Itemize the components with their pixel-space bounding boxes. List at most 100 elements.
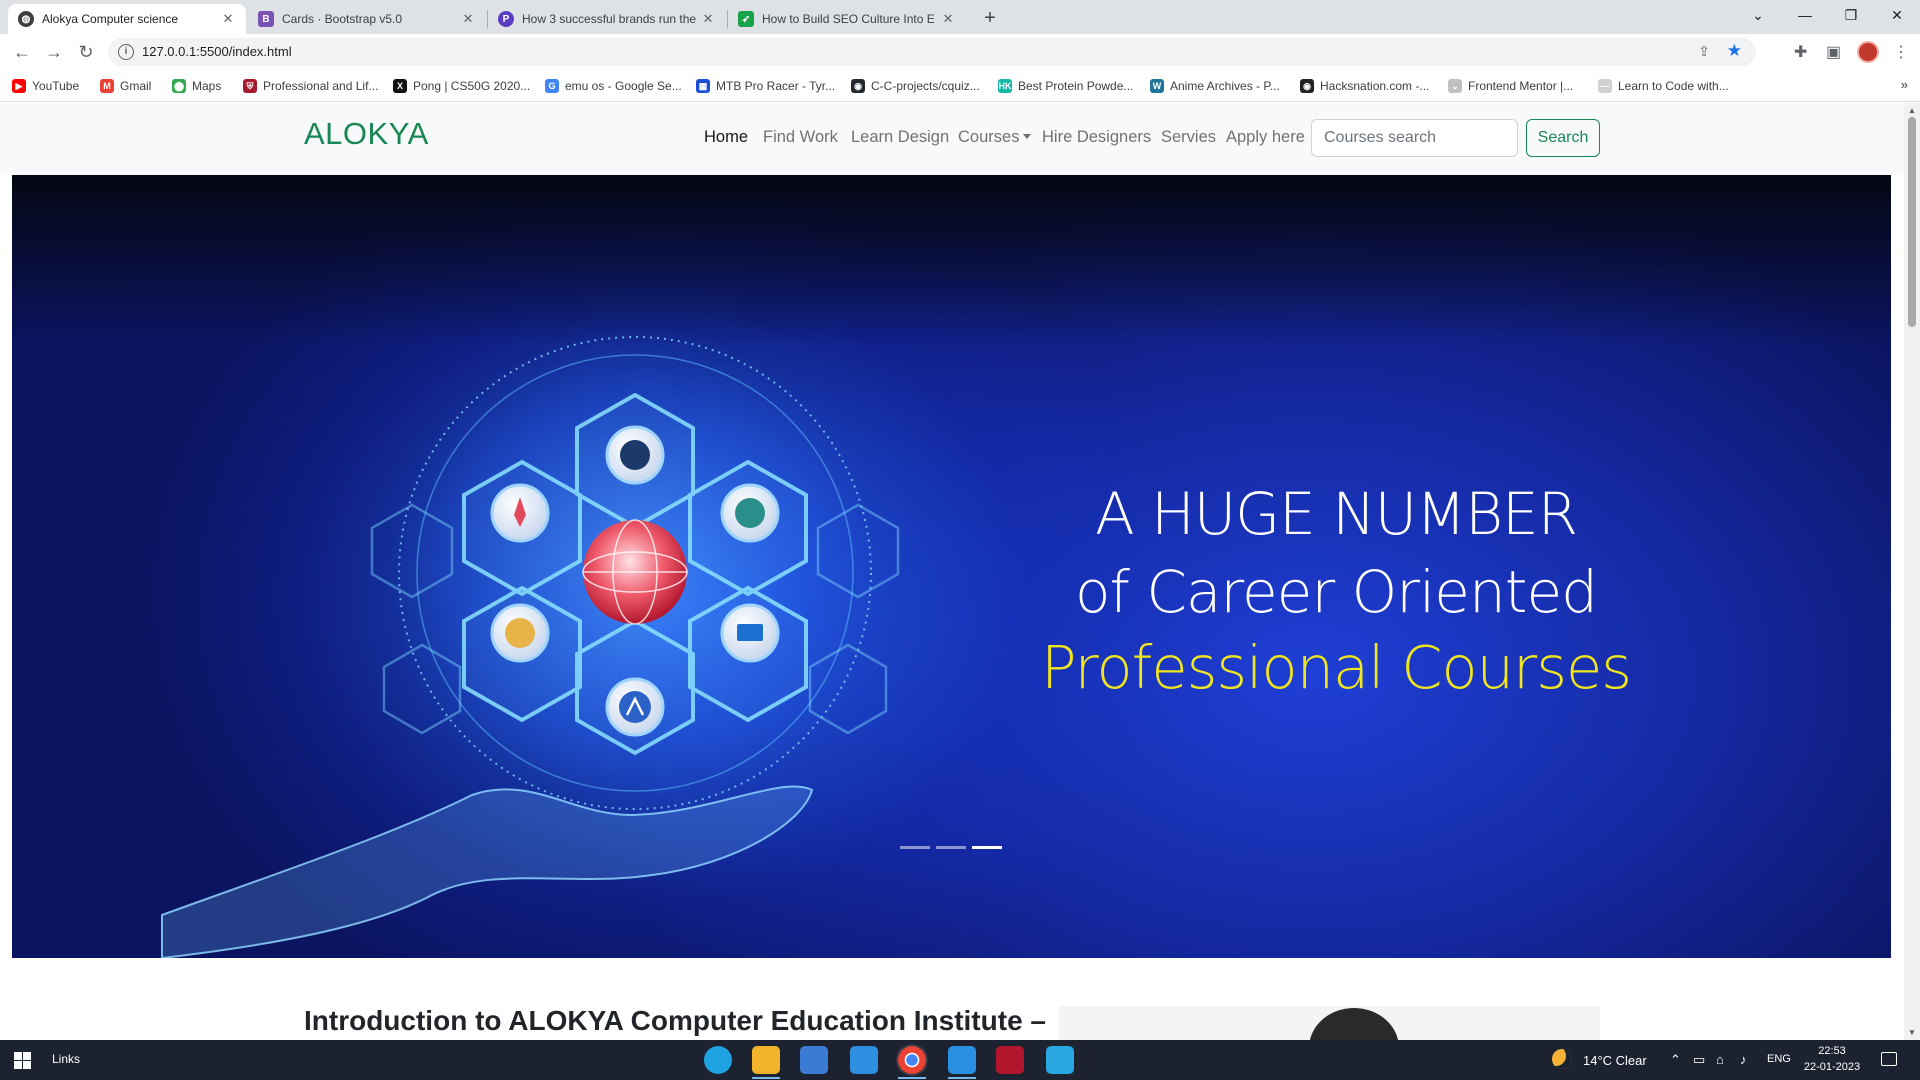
- clock-date[interactable]: 22-01-2023: [1802, 1061, 1862, 1073]
- site-brand-logo[interactable]: ALOKYA: [304, 116, 429, 152]
- running-app-indicator: [752, 1077, 780, 1079]
- bookmark-pong-cs50g-2020[interactable]: X Pong | CS50G 2020...: [393, 77, 530, 95]
- site-navbar: ALOKYA Home Find Work Learn Design Cours…: [0, 103, 1904, 175]
- bookmark-star-icon[interactable]: ★: [1727, 41, 1742, 61]
- windows-taskbar: Links 14°C Clear ⌃ ▭ ⌂ ♪ ENG 22:53 22-01…: [0, 1040, 1920, 1080]
- bookmark-gmail[interactable]: M Gmail: [100, 77, 151, 95]
- edge-icon[interactable]: [704, 1046, 732, 1074]
- carousel-indicator-2[interactable]: [936, 846, 966, 849]
- tab-alokya[interactable]: ◍ Alokya Computer science ✕: [8, 4, 246, 34]
- moon-weather-icon[interactable]: [1552, 1049, 1572, 1069]
- bookmark-youtube[interactable]: ▶ YouTube: [12, 77, 79, 95]
- chevron-up-icon[interactable]: ⌃: [1670, 1052, 1681, 1068]
- bootstrap-icon: B: [258, 11, 274, 27]
- windows-start-icon[interactable]: [14, 1052, 31, 1069]
- tab-seo-culture[interactable]: ➶ How to Build SEO Culture Into E ✕: [728, 4, 966, 34]
- snip-icon[interactable]: [1046, 1046, 1074, 1074]
- network-icon[interactable]: ⌂: [1716, 1052, 1724, 1067]
- battery-icon[interactable]: ▭: [1693, 1052, 1705, 1068]
- extensions-icon[interactable]: ✚: [1794, 42, 1807, 62]
- more-bookmarks-icon[interactable]: »: [1901, 77, 1908, 92]
- bookmark-label: Frontend Mentor |...: [1468, 79, 1574, 93]
- scrollbar-thumb[interactable]: [1908, 117, 1916, 327]
- learn-icon: —: [1598, 79, 1612, 93]
- nav-hire-designers[interactable]: Hire Designers: [1042, 128, 1151, 147]
- scroll-down-icon[interactable]: ▼: [1908, 1028, 1916, 1037]
- bookmark-label: emu os - Google Se...: [565, 79, 682, 93]
- close-icon[interactable]: ✕: [700, 11, 716, 27]
- nav-find-work[interactable]: Find Work: [763, 128, 838, 147]
- bookmark-maps[interactable]: ⬤ Maps: [172, 77, 221, 95]
- tab-successful-brands[interactable]: P How 3 successful brands run the ✕: [488, 4, 726, 34]
- clock-time[interactable]: 22:53: [1812, 1045, 1852, 1057]
- tab-search-icon[interactable]: ⌄: [1735, 0, 1781, 30]
- bookmark-label: Best Protein Powde...: [1018, 79, 1134, 93]
- mail-icon[interactable]: [850, 1046, 878, 1074]
- profile-avatar[interactable]: [1857, 41, 1879, 63]
- address-bar[interactable]: i 127.0.0.1:5500/index.html ⇪ ★: [108, 38, 1756, 66]
- running-app-indicator: [948, 1077, 976, 1079]
- side-panel-icon[interactable]: ▣: [1826, 42, 1841, 62]
- url-text[interactable]: 127.0.0.1:5500/index.html: [142, 44, 292, 59]
- feather-icon: ➶: [738, 11, 754, 27]
- bookmark-learn-to-code-with[interactable]: — Learn to Code with...: [1598, 77, 1729, 95]
- share-icon[interactable]: ⇪: [1698, 43, 1710, 60]
- close-icon[interactable]: ✕: [220, 11, 236, 27]
- carousel-indicator-3[interactable]: [972, 846, 1002, 849]
- scroll-up-icon[interactable]: ▲: [1908, 106, 1916, 115]
- nav-apply-here[interactable]: Apply here: [1226, 128, 1305, 147]
- bookmark-professional-and-lif[interactable]: ⛨ Professional and Lif...: [243, 77, 378, 95]
- nav-servies[interactable]: Servies: [1161, 128, 1216, 147]
- bookmark-c-c-projects-cquiz[interactable]: ◉ C-C-projects/cquiz...: [851, 77, 980, 95]
- chrome-icon[interactable]: [898, 1046, 926, 1074]
- google-icon: G: [545, 79, 559, 93]
- courses-search-input[interactable]: [1311, 119, 1518, 157]
- maximize-button[interactable]: ❐: [1828, 0, 1874, 30]
- hero-carousel[interactable]: A HUGE NUMBER of Career Oriented Profess…: [12, 175, 1891, 958]
- forward-button[interactable]: →: [42, 40, 66, 64]
- bookmark-mtb-pro-racer-tyr[interactable]: ▦ MTB Pro Racer - Tyr...: [696, 77, 835, 95]
- bookmark-anime-archives-p[interactable]: W Anime Archives - P...: [1150, 77, 1280, 95]
- search-button[interactable]: Search: [1526, 119, 1600, 157]
- person-photo: [1309, 1008, 1399, 1040]
- close-icon[interactable]: ✕: [940, 11, 956, 27]
- store-icon[interactable]: [800, 1046, 828, 1074]
- reload-button[interactable]: ↻: [74, 40, 98, 64]
- close-icon[interactable]: ✕: [460, 11, 476, 27]
- p-icon: P: [498, 11, 514, 27]
- page-scrollbar[interactable]: ▲ ▼: [1904, 103, 1920, 1040]
- bookmark-label: MTB Pro Racer - Tyr...: [716, 79, 836, 93]
- caret-down-icon: [1023, 134, 1032, 139]
- bookmark-label: Gmail: [120, 79, 152, 93]
- file-explorer-icon[interactable]: [752, 1046, 780, 1074]
- nav-learn-design[interactable]: Learn Design: [851, 128, 949, 147]
- notification-icon[interactable]: [1881, 1052, 1897, 1066]
- volume-icon[interactable]: ♪: [1740, 1052, 1747, 1067]
- bookmark-hacksnation-com[interactable]: ◉ Hacksnation.com -...: [1300, 77, 1429, 95]
- menu-icon[interactable]: ⋮: [1893, 42, 1909, 62]
- bookmark-emu-os-google-se[interactable]: Gemu os - Google Se...: [545, 77, 682, 95]
- weather-text[interactable]: 14°C Clear: [1583, 1053, 1647, 1068]
- bookmark-frontend-mentor[interactable]: ⌄ Frontend Mentor |...: [1448, 77, 1573, 95]
- carousel-indicator-1[interactable]: [900, 846, 930, 849]
- hero-illustration: [161, 328, 900, 958]
- vscode-icon[interactable]: [948, 1046, 976, 1074]
- app-icon[interactable]: [996, 1046, 1024, 1074]
- nav-courses-label: Courses: [958, 128, 1020, 146]
- nav-courses-dropdown[interactable]: Courses: [958, 128, 1032, 147]
- new-tab-button[interactable]: +: [978, 6, 1002, 30]
- back-button[interactable]: ←: [10, 40, 34, 64]
- bookmark-label: Learn to Code with...: [1618, 79, 1729, 93]
- tab-bootstrap-cards[interactable]: B Cards · Bootstrap v5.0 ✕: [248, 4, 486, 34]
- gmail-icon: M: [100, 79, 114, 93]
- github-icon: ◉: [851, 79, 865, 93]
- language-indicator[interactable]: ENG: [1767, 1053, 1791, 1065]
- nav-home[interactable]: Home: [704, 128, 748, 147]
- info-icon[interactable]: i: [118, 44, 134, 60]
- hk-icon: HK: [998, 79, 1012, 93]
- minimize-button[interactable]: —: [1782, 0, 1828, 30]
- intro-heading: Introduction to ALOKYA Computer Educatio…: [304, 1005, 1046, 1036]
- bookmark-best-protein-powde[interactable]: HK Best Protein Powde...: [998, 77, 1133, 95]
- links-toolbar[interactable]: Links: [52, 1052, 80, 1066]
- window-close-button[interactable]: ✕: [1874, 0, 1920, 30]
